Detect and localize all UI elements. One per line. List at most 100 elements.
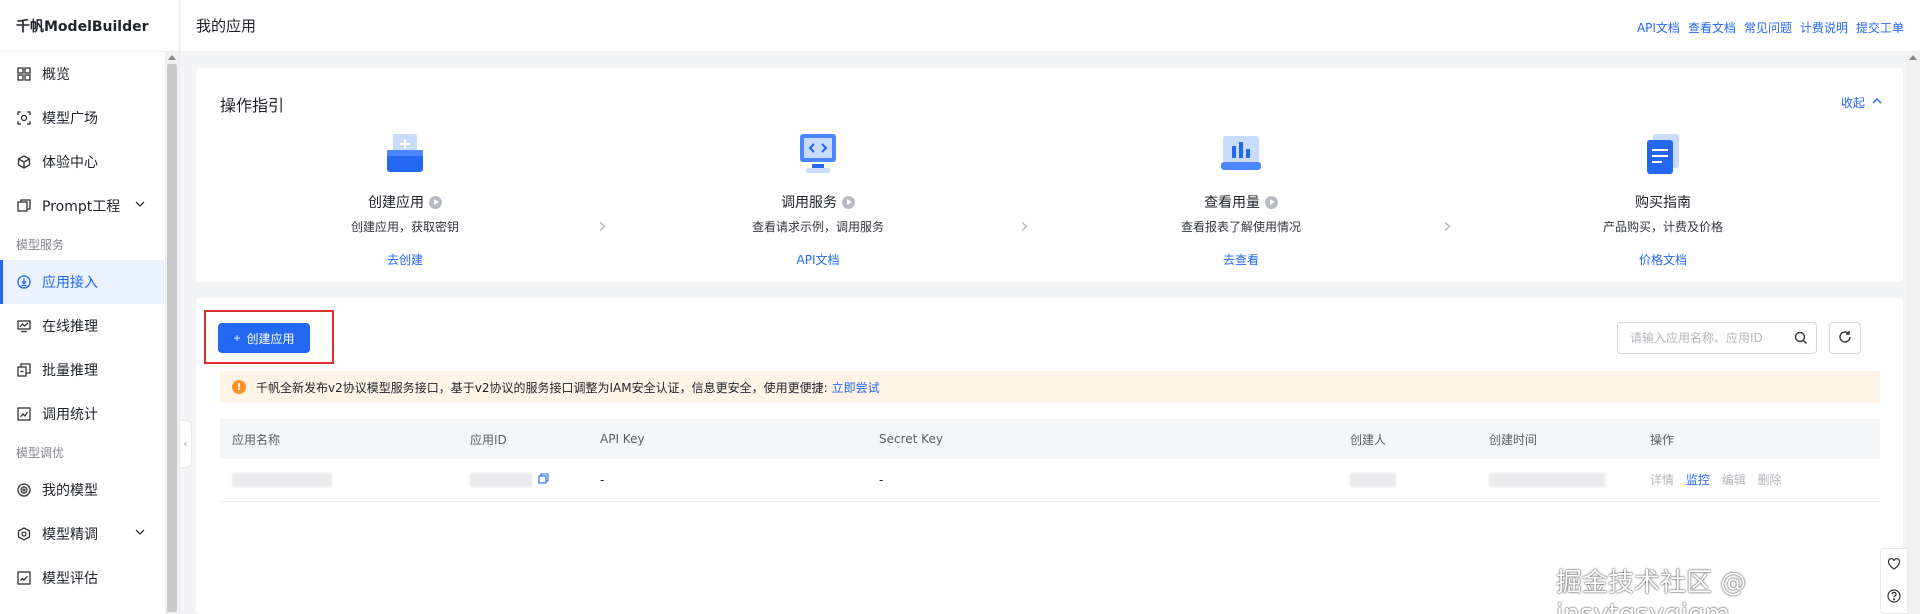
ticket-link[interactable]: 提交工单 bbox=[1856, 19, 1904, 36]
view-doc-link[interactable]: 查看文档 bbox=[1688, 19, 1736, 36]
notice-banner: ! 千帆全新发布v2协议模型服务接口，基于v2协议的服务接口调整为IAM安全认证… bbox=[220, 371, 1880, 403]
price-doc-link[interactable]: 价格文档 bbox=[1543, 251, 1783, 268]
sidebar-item-label: Prompt工程 bbox=[42, 199, 121, 215]
sidebar-item-online-inference[interactable]: 在线推理 bbox=[0, 304, 164, 348]
go-view-link[interactable]: 去查看 bbox=[1121, 251, 1361, 268]
column-header: 创建时间 bbox=[1477, 419, 1638, 459]
chevron-right-icon: › bbox=[598, 214, 607, 239]
billing-link[interactable]: 计费说明 bbox=[1800, 19, 1848, 36]
batch-icon bbox=[16, 362, 32, 378]
sidebar-item-label: 应用接入 bbox=[42, 275, 98, 291]
sidebar-item-app-access[interactable]: 应用接入 bbox=[0, 260, 164, 304]
search-box bbox=[1617, 322, 1817, 354]
created-time-cell bbox=[1477, 459, 1638, 502]
sidebar-item-fine-tuning[interactable]: 模型精调 bbox=[0, 512, 164, 556]
guide-step-create: 创建应用 创建应用，获取密钥 去创建 bbox=[285, 124, 525, 268]
monitor-action[interactable]: 监控 bbox=[1686, 473, 1710, 487]
redacted-value bbox=[1350, 473, 1396, 487]
sidebar-item-label: 概览 bbox=[42, 67, 70, 83]
sidebar-item-experience[interactable]: 体验中心 bbox=[0, 140, 164, 184]
scroll-up-icon[interactable] bbox=[1909, 55, 1917, 60]
guide-steps: 创建应用 创建应用，获取密钥 去创建 › 调用服务 查看请求示例，调用服务 AP… bbox=[196, 124, 1903, 274]
collapse-guide-button[interactable]: 收起 bbox=[1841, 94, 1883, 111]
usage-chart-icon bbox=[1217, 130, 1265, 178]
sidebar-item-label: 我的模型 bbox=[42, 483, 98, 499]
try-now-link[interactable]: 立即尝试 bbox=[832, 379, 880, 396]
sidebar-item-label: 调用统计 bbox=[42, 407, 98, 423]
redacted-value bbox=[1489, 473, 1605, 487]
stats-icon bbox=[16, 406, 32, 422]
api-doc-link[interactable]: API文档 bbox=[1637, 19, 1680, 36]
sidebar-item-batch-inference[interactable]: 批量推理 bbox=[0, 348, 164, 392]
search-input[interactable] bbox=[1618, 324, 1786, 352]
main-scrollbar[interactable] bbox=[1906, 52, 1920, 614]
grid-icon bbox=[16, 66, 32, 82]
sidebar-item-overview[interactable]: 概览 bbox=[0, 52, 164, 96]
sidebar-item-my-models[interactable]: 我的模型 bbox=[0, 468, 164, 512]
table-row: - - 详情 监控 编辑 删除 bbox=[220, 459, 1880, 502]
step-name: 创建应用 bbox=[368, 195, 424, 211]
sidebar-item-prompt[interactable]: Prompt工程 bbox=[0, 184, 164, 228]
operation-guide: 操作指引 收起 创建应用 创建应用，获取密钥 去创建 › 调用服务 查看请求示例… bbox=[196, 68, 1903, 282]
guide-step-purchase: 购买指南 产品购买，计费及价格 价格文档 bbox=[1543, 124, 1783, 268]
notice-text: 千帆全新发布v2协议模型服务接口，基于v2协议的服务接口调整为IAM安全认证，信… bbox=[256, 380, 828, 395]
create-app-button[interactable]: + 创建应用 bbox=[218, 323, 310, 353]
guide-step-usage: 查看用量 查看报表了解使用情况 去查看 bbox=[1121, 124, 1361, 268]
refresh-icon bbox=[1838, 329, 1852, 348]
sidebar-item-call-stats[interactable]: 调用统计 bbox=[0, 392, 164, 436]
scrollbar-thumb[interactable] bbox=[167, 64, 177, 612]
scroll-up-icon[interactable] bbox=[168, 55, 176, 60]
copy-icon[interactable] bbox=[538, 473, 549, 487]
search-icon[interactable] bbox=[1786, 331, 1816, 345]
edit-action[interactable]: 编辑 bbox=[1722, 473, 1746, 487]
column-header: 操作 bbox=[1638, 419, 1880, 459]
step-desc: 查看请求示例，调用服务 bbox=[751, 220, 884, 234]
sidebar-scrollbar[interactable] bbox=[165, 52, 179, 614]
top-bar: 我的应用 API文档 查看文档 常见问题 计费说明 提交工单 bbox=[181, 0, 1920, 52]
page-title: 我的应用 bbox=[196, 17, 257, 35]
go-create-link[interactable]: 去创建 bbox=[285, 251, 525, 268]
column-header: 应用ID bbox=[458, 419, 588, 459]
sidebar-item-label: 在线推理 bbox=[42, 319, 98, 335]
sidebar-item-evaluation[interactable]: 模型评估 bbox=[0, 556, 164, 600]
step-name: 调用服务 bbox=[781, 195, 837, 211]
sidebar-item-label: 模型精调 bbox=[42, 527, 98, 543]
creator-cell bbox=[1338, 459, 1477, 502]
collapse-label: 收起 bbox=[1840, 96, 1865, 110]
sidebar-item-label: 批量推理 bbox=[42, 363, 98, 379]
sidebar-item-label: 模型广场 bbox=[42, 111, 98, 127]
faq-link[interactable]: 常见问题 bbox=[1744, 19, 1792, 36]
purchase-guide-icon bbox=[1639, 130, 1687, 178]
step-desc: 创建应用，获取密钥 bbox=[350, 220, 459, 234]
sidebar-group-model-tuning: 模型调优 bbox=[16, 445, 65, 460]
layers-icon bbox=[16, 198, 32, 214]
guide-step-call: 调用服务 查看请求示例，调用服务 API文档 bbox=[698, 124, 938, 268]
column-header: Secret Key bbox=[867, 419, 1338, 459]
chevron-up-icon bbox=[1871, 95, 1883, 110]
table-header: 应用名称 应用ID API Key Secret Key 创建人 创建时间 操作 bbox=[220, 419, 1880, 459]
step-name: 购买指南 bbox=[1635, 195, 1691, 211]
watermark-text: 掘金技术社区 @ jnsytgsyqjgm bbox=[1556, 568, 1747, 614]
api-doc-step-link[interactable]: API文档 bbox=[698, 251, 938, 268]
app-table: 应用名称 应用ID API Key Secret Key 创建人 创建时间 操作… bbox=[220, 419, 1880, 502]
chevron-left-icon: ‹ bbox=[183, 438, 188, 450]
detail-action[interactable]: 详情 bbox=[1650, 473, 1674, 487]
chevron-right-icon: › bbox=[1443, 214, 1452, 239]
chevron-down-icon bbox=[134, 526, 146, 542]
sidebar-item-model-square[interactable]: 模型广场 bbox=[0, 96, 164, 140]
play-icon[interactable] bbox=[1265, 195, 1278, 209]
delete-action[interactable]: 删除 bbox=[1758, 473, 1782, 487]
sidebar-collapse-handle[interactable]: ‹ bbox=[180, 420, 192, 468]
sidebar-item-label: 模型评估 bbox=[42, 571, 98, 587]
create-app-label: 创建应用 bbox=[246, 331, 295, 346]
sidebar-item-label: 体验中心 bbox=[42, 155, 98, 171]
step-desc: 查看报表了解使用情况 bbox=[1180, 220, 1301, 234]
redacted-value bbox=[232, 473, 332, 487]
play-icon[interactable] bbox=[842, 195, 855, 209]
operations-cell: 详情 监控 编辑 删除 bbox=[1638, 459, 1880, 502]
column-header: 创建人 bbox=[1338, 419, 1477, 459]
app-id-cell bbox=[458, 459, 588, 502]
play-icon[interactable] bbox=[429, 195, 442, 209]
brand-logo[interactable]: 千帆ModelBuilder bbox=[0, 0, 179, 52]
refresh-button[interactable] bbox=[1829, 322, 1861, 354]
